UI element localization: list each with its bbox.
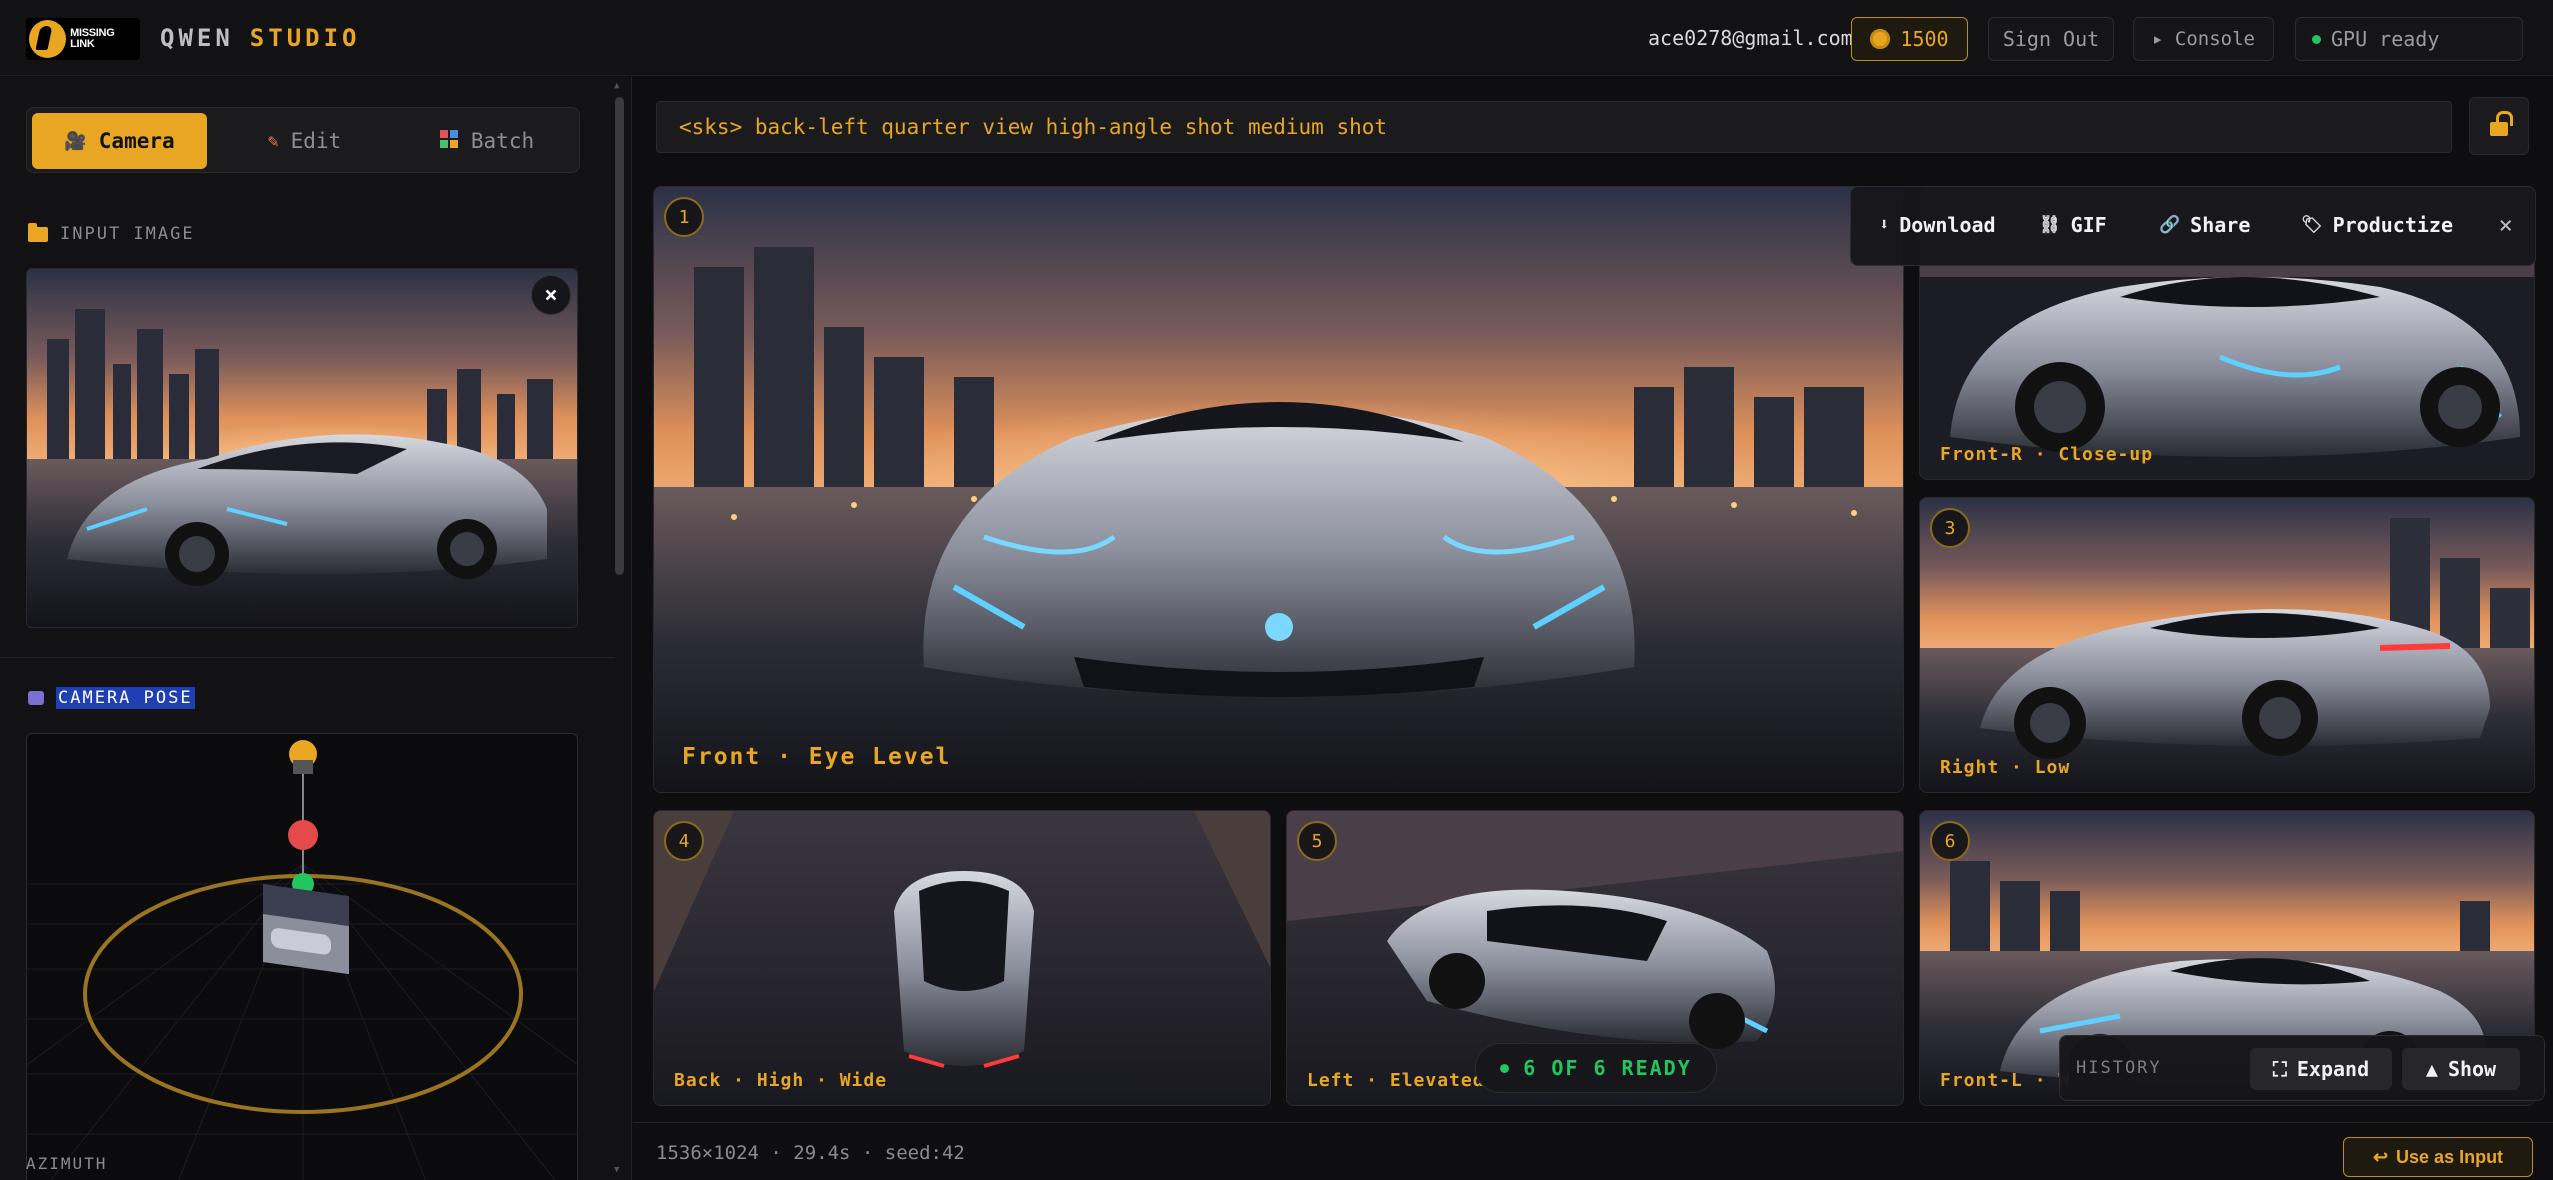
tab-edit[interactable]: ✎ Edit bbox=[217, 113, 392, 169]
status-dot-icon bbox=[2312, 34, 2321, 44]
app-title: QWEN STUDIO bbox=[160, 24, 361, 52]
gif-button[interactable]: ⛓ GIF bbox=[2039, 213, 2107, 237]
show-button[interactable]: ▲ Show bbox=[2402, 1048, 2520, 1090]
ready-status-pill: 6 OF 6 READY bbox=[1475, 1043, 1717, 1093]
result-card-1[interactable]: 1 Front · Eye Level bbox=[653, 186, 1904, 793]
result-image-4 bbox=[654, 811, 1270, 1105]
camera-pose-label: CAMERA POSE bbox=[56, 687, 195, 709]
link-icon: ⛓ bbox=[2039, 215, 2061, 235]
download-button[interactable]: ⬇ Download bbox=[1879, 213, 1996, 237]
pencil-icon: ✎ bbox=[267, 130, 279, 152]
card-label-1: Front · Eye Level bbox=[682, 744, 952, 770]
credits-badge[interactable]: 1500 bbox=[1851, 17, 1968, 61]
tab-camera[interactable]: 🎥 Camera bbox=[32, 113, 207, 169]
card-action-toolbar: ⬇ Download ⛓ GIF 🔗 Share 🏷 Productize × … bbox=[1850, 186, 2536, 266]
main-panel: <sks> back-left quarter view high-angle … bbox=[633, 77, 2553, 1180]
use-as-input-button[interactable]: ↩ Use as Input bbox=[2343, 1137, 2533, 1177]
mode-tabs: 🎥 Camera ✎ Edit Batch bbox=[26, 107, 580, 173]
tab-edit-label: Edit bbox=[290, 129, 342, 153]
history-label: HISTORY bbox=[2076, 1058, 2162, 1078]
prompt-input[interactable]: <sks> back-left quarter view high-angle … bbox=[656, 101, 2452, 153]
result-image-3 bbox=[1920, 498, 2534, 792]
card-number-6: 6 bbox=[1930, 821, 1970, 861]
camera-pose-heading: CAMERA POSE bbox=[28, 687, 195, 709]
azimuth-label: AZIMUTH bbox=[26, 1154, 108, 1173]
card-label-5: Left · Elevated bbox=[1307, 1070, 1485, 1091]
remove-image-button[interactable]: × bbox=[531, 275, 571, 315]
productize-button[interactable]: 🏷 Productize bbox=[2301, 213, 2453, 237]
share-link-icon: 🔗 bbox=[2159, 215, 2181, 235]
lock-icon bbox=[2490, 111, 2513, 136]
result-card-4[interactable]: 4 Back · High · Wide bbox=[653, 810, 1271, 1106]
card-label-6: Front-L · W bbox=[1940, 1070, 2071, 1091]
pose-3d-view bbox=[27, 740, 577, 1180]
input-image-heading: INPUT IMAGE bbox=[28, 222, 195, 244]
card-number-1: 1 bbox=[664, 197, 704, 237]
card-label-2: Front-R · Close-up bbox=[1940, 444, 2154, 465]
camera-icon: 🎥 bbox=[64, 130, 87, 152]
share-button[interactable]: 🔗 Share bbox=[2159, 213, 2250, 237]
productize-label: Productize bbox=[2332, 213, 2454, 237]
image-meta: 1536×1024 · 29.4s · seed:42 bbox=[656, 1142, 965, 1164]
left-sidebar: 🎥 Camera ✎ Edit Batch INPUT IMAGE × CAME… bbox=[0, 77, 632, 1180]
batch-icon bbox=[439, 129, 459, 154]
app-title-studio: STUDIO bbox=[249, 24, 361, 52]
gif-label: GIF bbox=[2070, 213, 2107, 237]
logo-mark-icon bbox=[29, 20, 67, 58]
card-number-4: 4 bbox=[664, 821, 704, 861]
close-toolbar-icon[interactable]: × bbox=[2499, 211, 2513, 239]
expand-label: Expand bbox=[2296, 1057, 2370, 1081]
footer-divider bbox=[633, 1122, 2553, 1123]
download-icon: ⬇ bbox=[1879, 215, 1890, 235]
card-number-3: 3 bbox=[1930, 508, 1970, 548]
logo-text: MISSING LINK bbox=[70, 27, 115, 50]
sign-out-button[interactable]: Sign Out bbox=[1988, 17, 2114, 61]
tab-camera-label: Camera bbox=[98, 129, 175, 153]
ready-dot-icon bbox=[1500, 1063, 1510, 1073]
scroll-up-icon[interactable]: ▲ bbox=[614, 81, 619, 91]
input-image bbox=[27, 269, 577, 627]
card-label-3: Right · Low bbox=[1940, 757, 2071, 778]
card-number-5: 5 bbox=[1297, 821, 1337, 861]
app-title-qwen: QWEN bbox=[160, 24, 234, 52]
ready-text: 6 OF 6 READY bbox=[1523, 1056, 1692, 1080]
tab-batch[interactable]: Batch bbox=[399, 113, 574, 169]
input-image-label: INPUT IMAGE bbox=[60, 224, 195, 244]
robot-icon bbox=[28, 691, 44, 705]
missing-link-logo[interactable]: MISSING LINK bbox=[26, 18, 140, 60]
console-button[interactable]: ▸ Console bbox=[2133, 17, 2274, 61]
gpu-status-text: GPU ready bbox=[2331, 27, 2440, 51]
lock-prompt-button[interactable] bbox=[2469, 97, 2529, 155]
scroll-down-icon[interactable]: ▼ bbox=[614, 1165, 619, 1175]
use-as-input-label: Use as Input bbox=[2396, 1146, 2504, 1167]
result-card-3[interactable]: 3 Right · Low bbox=[1919, 497, 2535, 793]
coin-icon bbox=[1870, 29, 1891, 49]
download-label: Download bbox=[1899, 213, 1996, 237]
return-arrow-icon: ↩ bbox=[2372, 1146, 2389, 1167]
tab-batch-label: Batch bbox=[470, 129, 535, 153]
share-label: Share bbox=[2190, 213, 2251, 237]
expand-icon: ⛶ bbox=[2272, 1057, 2287, 1081]
camera-handle-red bbox=[288, 820, 318, 850]
show-label: Show bbox=[2447, 1057, 2497, 1081]
history-bar: HISTORY ⛶ Expand ▲ Show bbox=[2059, 1035, 2545, 1101]
top-bar: MISSING LINK QWEN STUDIO ace0278@gmail.co… bbox=[0, 0, 2553, 76]
credits-count: 1500 bbox=[1900, 27, 1949, 51]
result-image-1 bbox=[654, 187, 1903, 792]
sidebar-scrollbar[interactable] bbox=[615, 97, 624, 575]
card-label-4: Back · High · Wide bbox=[674, 1070, 888, 1091]
tag-icon: 🏷 bbox=[2301, 215, 2323, 235]
user-email: ace0278@gmail.com bbox=[1648, 26, 1853, 50]
expand-button[interactable]: ⛶ Expand bbox=[2250, 1048, 2392, 1090]
folder-icon bbox=[28, 222, 48, 242]
show-up-icon: ▲ bbox=[2425, 1057, 2438, 1081]
input-image-preview[interactable]: × bbox=[26, 268, 578, 628]
camera-pose-viewport[interactable] bbox=[26, 733, 578, 1180]
section-divider bbox=[0, 657, 615, 658]
gpu-status: GPU ready bbox=[2295, 17, 2523, 61]
